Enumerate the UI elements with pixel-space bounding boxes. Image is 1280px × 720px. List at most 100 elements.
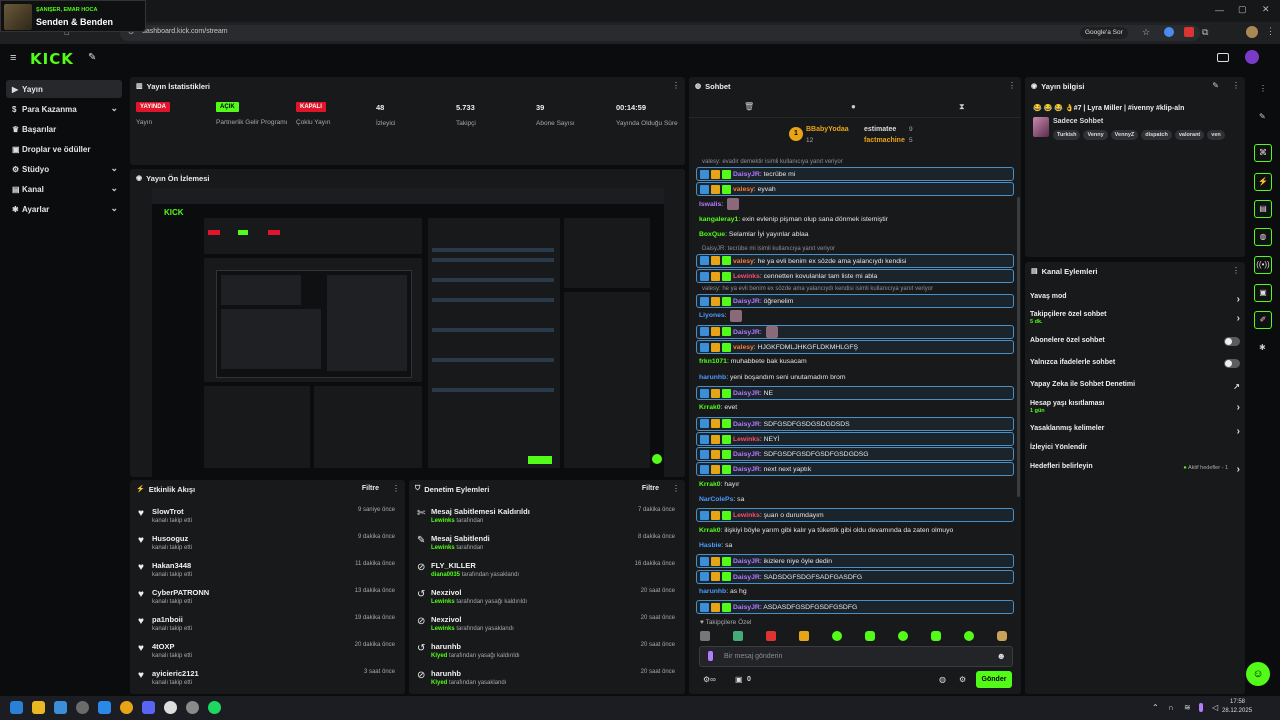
chat-message[interactable]: frkn1071: muhabbete bak kusacam: [696, 355, 1014, 369]
extension-icon[interactable]: [1184, 27, 1194, 37]
chat-settings-gear-icon[interactable]: ⚙: [959, 675, 966, 684]
rail-tool-icon[interactable]: ✎: [1259, 112, 1266, 121]
rail-bolt-icon[interactable]: ⚡: [1254, 173, 1272, 191]
moderator-name[interactable]: Lewinks: [431, 599, 455, 605]
points-icon[interactable]: ⚙∞: [703, 675, 716, 684]
chat-username[interactable]: DaisyJR: [733, 574, 760, 581]
chat-username[interactable]: harunhb: [699, 374, 726, 381]
rail-chat-icon[interactable]: ◍: [1254, 228, 1272, 246]
chat-message[interactable]: Iswalis:: [696, 197, 1014, 212]
chat-message[interactable]: valesy: eyvah: [696, 182, 1014, 197]
chat-username[interactable]: Hasbie: [699, 542, 721, 549]
username[interactable]: Husooguz: [152, 534, 188, 543]
chat-message[interactable]: Lewinks: cennetten kovulanlar tam liste …: [696, 268, 1014, 283]
emote-icon[interactable]: [832, 631, 842, 641]
chat-username[interactable]: NarColePs: [699, 496, 733, 503]
chrome-icon[interactable]: [120, 701, 133, 714]
chat-username[interactable]: Krrak0: [699, 527, 721, 534]
help-chat-icon[interactable]: ☺: [1246, 662, 1270, 686]
rail-clip-icon[interactable]: ⌘: [1254, 144, 1272, 162]
banned-words-action[interactable]: Yasaklanmış kelimeler ›: [1030, 425, 1242, 443]
chat-message[interactable]: DaisyJR: SDFGSDFGSDFGSDFGSDGDSG: [696, 447, 1014, 462]
emote-icon[interactable]: [964, 631, 974, 641]
gifter-name[interactable]: factmachine: [864, 137, 905, 144]
tag[interactable]: dispatch: [1141, 130, 1172, 140]
minimize-icon[interactable]: —: [1215, 5, 1224, 15]
chat-username[interactable]: DaisyJR: [733, 390, 760, 397]
more-options-icon[interactable]: ⋮: [672, 81, 680, 90]
moderator-name[interactable]: Lewinks: [431, 626, 455, 632]
username[interactable]: ayicieric2121: [152, 669, 199, 678]
emote-icon[interactable]: [931, 631, 941, 641]
emote-icon[interactable]: [865, 631, 875, 641]
edge-icon[interactable]: [98, 701, 111, 714]
tag[interactable]: Turkish: [1053, 130, 1081, 140]
chat-username[interactable]: DaisyJR: [733, 171, 760, 178]
chat-username[interactable]: frkn1071: [699, 358, 727, 365]
chat-message[interactable]: DaisyJR: öğrenelim: [696, 294, 1014, 309]
chat-username[interactable]: kangaleray1: [699, 216, 738, 223]
chat-username[interactable]: valesy: [733, 186, 754, 193]
rail-wrench-icon[interactable]: ✐: [1254, 311, 1272, 329]
category-name[interactable]: Sadece Sohbet: [1053, 118, 1103, 125]
address-bar[interactable]: ⚙ dashboard.kick.com/stream Google'a Sor…: [120, 25, 1200, 41]
sidebar-item-studyo[interactable]: ⚙ Stüdyo ⌄: [6, 160, 122, 178]
chat-username[interactable]: Lewinks: [733, 512, 760, 519]
headset-icon[interactable]: ∩: [1168, 703, 1174, 712]
tray-chevron-icon[interactable]: ⌃: [1152, 703, 1159, 712]
hamburger-menu-icon[interactable]: ≡: [10, 52, 16, 64]
profile-avatar[interactable]: [1246, 26, 1258, 38]
chat-message[interactable]: DaisyJR: SDFGSDFGSDGSDGDSDS: [696, 416, 1014, 431]
more-options-icon[interactable]: ⋮: [1232, 81, 1240, 90]
chat-username[interactable]: DaisyJR: [733, 298, 760, 305]
trash-icon[interactable]: 🗑: [744, 102, 754, 111]
maximize-icon[interactable]: ▢: [1238, 4, 1247, 15]
emote-only-toggle[interactable]: [1224, 359, 1240, 368]
chat-message[interactable]: DaisyJR: tecrübe mi: [696, 167, 1014, 181]
media-notification[interactable]: ŞANIŞER, EMAR HOCA Senden & Benden: [0, 0, 146, 32]
emoji-icon[interactable]: ☻: [997, 651, 1006, 661]
microphone-icon[interactable]: [1199, 703, 1203, 712]
send-button[interactable]: Gönder: [976, 671, 1012, 688]
chat-message[interactable]: DaisyJR: ASDASDFGSDFGSDFGSDFG: [696, 600, 1014, 615]
sidebar-item-yayin[interactable]: ▶ Yayın: [6, 80, 122, 98]
gifter-name[interactable]: estimatee: [864, 126, 896, 133]
chat-username[interactable]: Iswalis: [699, 201, 721, 208]
bookmark-star-icon[interactable]: ☆: [1142, 27, 1150, 38]
settings-app-icon[interactable]: [186, 701, 199, 714]
start-menu-icon[interactable]: [10, 701, 23, 714]
tag[interactable]: Venny: [1083, 130, 1108, 140]
extension-icon[interactable]: [1164, 27, 1174, 37]
hourglass-icon[interactable]: ⧗: [959, 102, 965, 112]
google-ask-button[interactable]: Google'a Sor: [1080, 27, 1128, 39]
username[interactable]: SlowTrot: [152, 507, 184, 516]
ai-moderation-action[interactable]: Yapay Zeka ile Sohbet Denetimi ↗: [1030, 381, 1242, 399]
stream-preview-video[interactable]: KICK: [152, 188, 664, 478]
username[interactable]: pa1nboii: [152, 615, 183, 624]
moderator-name[interactable]: Klyed: [431, 680, 447, 686]
more-options-icon[interactable]: ⋮: [1232, 266, 1240, 275]
spotify-icon[interactable]: [208, 701, 221, 714]
chat-username[interactable]: valesy: [733, 258, 754, 265]
file-explorer-icon[interactable]: [32, 701, 45, 714]
browser-menu-icon[interactable]: ⋮: [1266, 26, 1275, 37]
chat-message[interactable]: BoxQue: Selamlar İyi yayınlar ablaa: [696, 228, 1014, 242]
sidebar-item-basarilar[interactable]: ♛ Başarılar: [6, 120, 122, 138]
emote-icon[interactable]: [733, 631, 743, 641]
obs-icon[interactable]: [76, 701, 89, 714]
chat-scrollbar[interactable]: [1017, 197, 1020, 497]
emote-icon[interactable]: [898, 631, 908, 641]
chat-username[interactable]: Krrak0: [699, 404, 721, 411]
chat-message[interactable]: Krrak0: evet: [696, 401, 1014, 415]
tag[interactable]: valorant: [1174, 130, 1205, 140]
chat-input[interactable]: Bir mesaj gönderin ☻: [699, 646, 1013, 667]
chat-message[interactable]: NarColePs: sa: [696, 493, 1014, 507]
followers-only-action[interactable]: Takipçilere özel sohbet 5 dk. ›: [1030, 311, 1242, 329]
reply-context[interactable]: DaisyJR: tecrübe mi isimli kullanıcıya y…: [696, 244, 1014, 254]
chat-input-placeholder[interactable]: Bir mesaj gönderin: [724, 653, 782, 660]
reply-context[interactable]: valesy: he ya evli benim ex sözde ama ya…: [696, 284, 1014, 294]
chat-message[interactable]: DaisyJR: SADSDGFSDGFSADFGASDFG: [696, 569, 1014, 584]
microphone-icon[interactable]: [708, 651, 713, 661]
go-live-icon[interactable]: [1217, 53, 1229, 62]
moderator-name[interactable]: Lewinks: [431, 545, 455, 551]
